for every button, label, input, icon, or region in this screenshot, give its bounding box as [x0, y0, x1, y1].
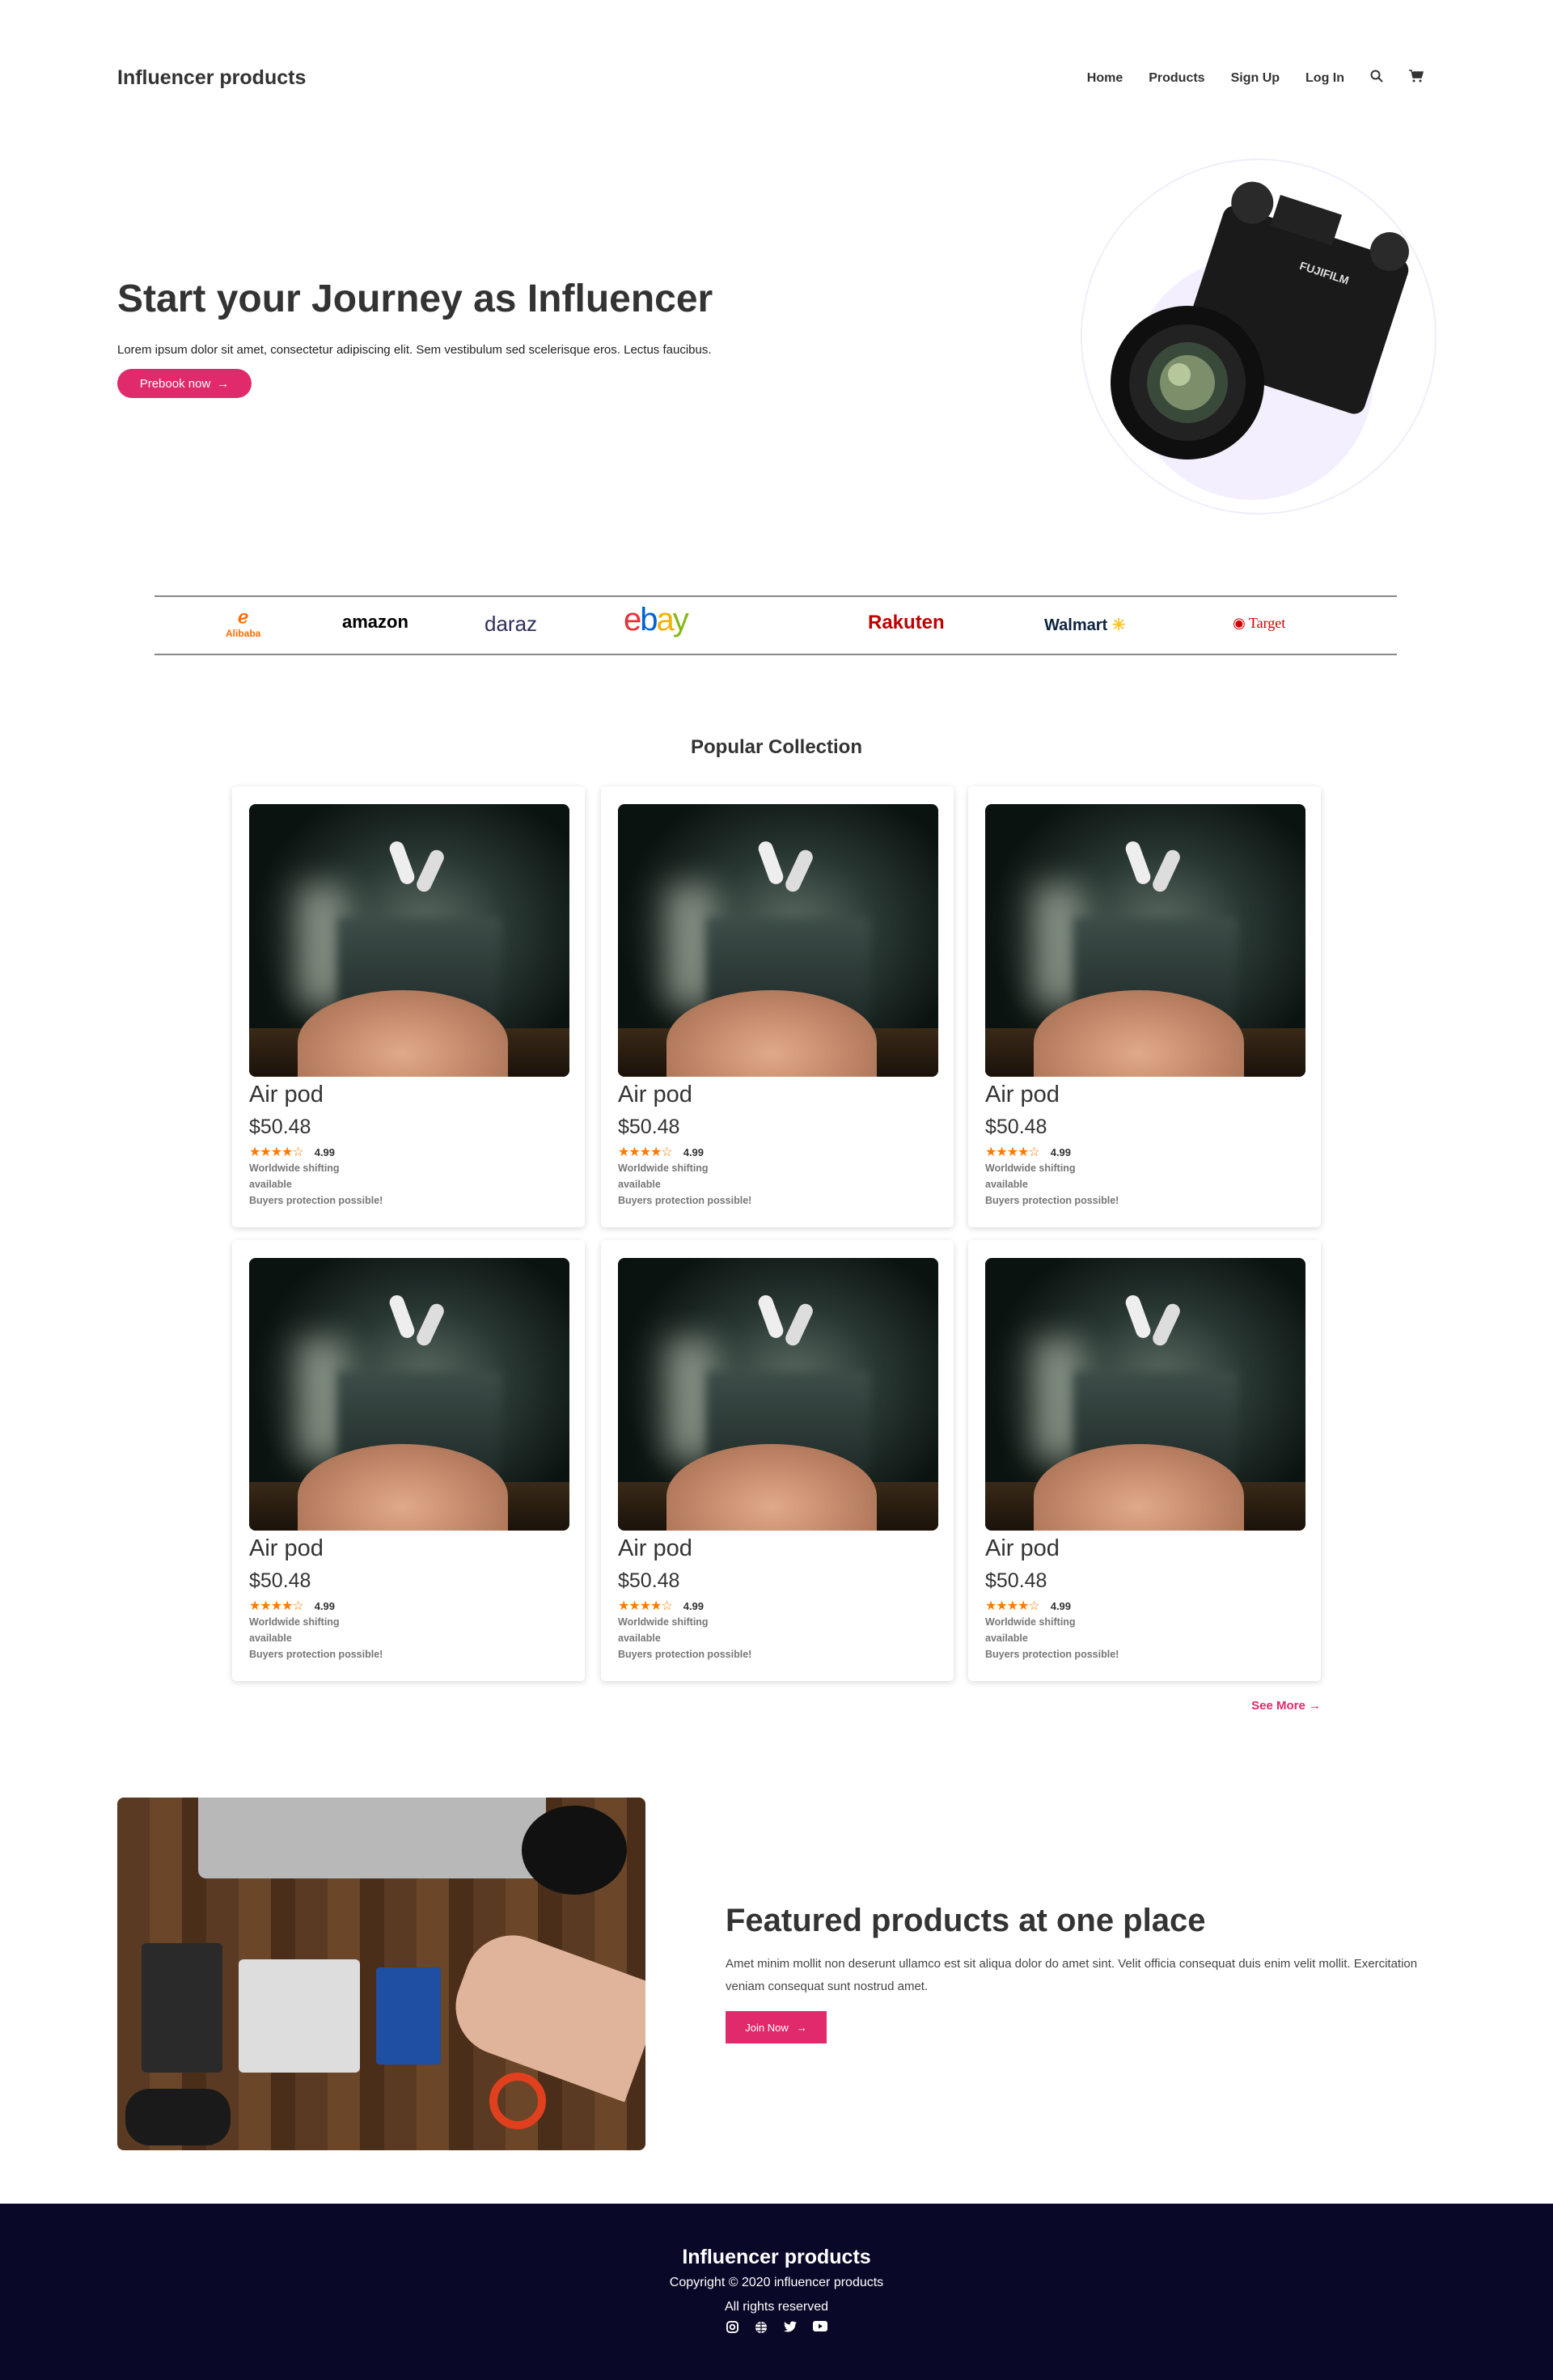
product-feature: available [985, 1179, 1028, 1190]
product-feature: Worldwide shifting [985, 1616, 1076, 1628]
hero-text: Lorem ipsum dolor sit amet, consectetur … [117, 343, 712, 357]
twitter-icon[interactable] [783, 2321, 797, 2337]
product-feature: available [985, 1633, 1028, 1644]
product-price: $50.48 [985, 1569, 1047, 1592]
featured-image [117, 1798, 645, 2150]
rating-score: 4.99 [314, 1146, 336, 1158]
product-feature: available [618, 1633, 661, 1644]
product-price: $50.48 [985, 1116, 1047, 1138]
product-name: Air pod [249, 1535, 324, 1561]
product-feature: available [249, 1633, 292, 1644]
star-rating-icon: ★★★★☆ [985, 1146, 1040, 1159]
brand-amazon[interactable]: amazon [342, 612, 408, 633]
product-card[interactable]: Air pod $50.48 ★★★★☆ 4.99 Worldwide shift… [601, 786, 954, 1227]
product-feature: Worldwide shifting [249, 1616, 340, 1628]
product-feature: Worldwide shifting [985, 1162, 1076, 1174]
product-card[interactable]: Air pod $50.48 ★★★★☆ 4.99 Worldwide shift… [968, 786, 1321, 1227]
join-now-button[interactable]: Join Now → [726, 2011, 827, 2043]
footer-rights: All rights reserved [724, 2300, 829, 2314]
product-image [249, 1258, 569, 1531]
product-image [985, 804, 1305, 1077]
rating-score: 4.99 [1050, 1146, 1072, 1158]
arrow-right-icon: → [1309, 1699, 1321, 1713]
product-price: $50.48 [618, 1116, 680, 1138]
brand-strip: ℯAlibaba amazon daraz ebayebay Rakuten W… [154, 595, 1397, 655]
product-price: $50.48 [249, 1116, 311, 1138]
star-rating-icon: ★★★★☆ [618, 1599, 673, 1613]
product-card[interactable]: Air pod $50.48 ★★★★☆ 4.99 Worldwide shift… [232, 786, 585, 1227]
join-now-label: Join Now [745, 2021, 789, 2034]
product-feature: Worldwide shifting [618, 1616, 709, 1628]
prebook-button[interactable]: Prebook now → [117, 369, 252, 398]
product-feature: Buyers protection possible! [618, 1195, 752, 1206]
product-price: $50.48 [618, 1569, 680, 1592]
brand-target[interactable]: ◉ Target [1233, 615, 1285, 632]
prebook-label: Prebook now [139, 376, 211, 391]
search-icon[interactable] [1370, 70, 1383, 87]
featured-text: Amet minim mollit non deserunt ullamco e… [726, 1957, 1418, 1993]
star-rating-icon: ★★★★☆ [985, 1599, 1040, 1613]
product-card[interactable]: Air pod $50.48 ★★★★☆ 4.99 Worldwide shift… [232, 1240, 585, 1681]
brand-alibaba[interactable]: ℯ Alibaba [226, 607, 260, 639]
footer-title: Influencer products [682, 2246, 871, 2268]
product-feature: available [618, 1179, 661, 1190]
product-feature: Buyers protection possible! [249, 1195, 383, 1206]
product-feature: Buyers protection possible! [985, 1195, 1119, 1206]
product-image [249, 804, 569, 1077]
site-logo[interactable]: Influencer products [117, 66, 306, 90]
footer: Influencer products Copyright © 2020 inf… [0, 2204, 1553, 2380]
rating-score: 4.99 [683, 1599, 705, 1612]
camera-illustration: FUJIFILM [1111, 181, 1409, 459]
popular-collection-title: Popular Collection [690, 736, 862, 758]
nav-sign-up[interactable]: Sign Up [1231, 71, 1280, 86]
rating-score: 4.99 [314, 1599, 336, 1612]
main-nav: Home Products Sign Up Log In [1087, 70, 1424, 87]
instagram-icon[interactable] [726, 2321, 738, 2337]
nav-log-in[interactable]: Log In [1305, 71, 1344, 86]
product-feature: Buyers protection possible! [249, 1649, 383, 1660]
youtube-icon[interactable] [812, 2321, 827, 2337]
product-feature: Buyers protection possible! [618, 1649, 752, 1660]
product-feature: Worldwide shifting [618, 1162, 709, 1174]
product-name: Air pod [618, 1535, 692, 1561]
product-card[interactable]: Air pod $50.48 ★★★★☆ 4.99 Worldwide shift… [968, 1240, 1321, 1681]
arrow-right-icon: → [796, 2021, 807, 2034]
see-more-link[interactable]: See More → [1251, 1699, 1321, 1713]
arrow-right-icon: → [217, 376, 230, 391]
brand-daraz[interactable]: daraz [485, 612, 537, 637]
product-image [618, 804, 938, 1077]
product-name: Air pod [249, 1082, 324, 1107]
product-price: $50.48 [249, 1569, 311, 1592]
product-feature: Worldwide shifting [249, 1162, 340, 1174]
target-logo-icon: ◉ [1233, 615, 1246, 631]
rating-score: 4.99 [683, 1146, 705, 1158]
cart-icon[interactable] [1409, 70, 1424, 87]
globe-icon[interactable] [755, 2321, 768, 2337]
product-feature: available [249, 1179, 292, 1190]
star-rating-icon: ★★★★☆ [249, 1599, 304, 1613]
product-image [985, 1258, 1305, 1531]
nav-home[interactable]: Home [1087, 71, 1123, 86]
product-name: Air pod [618, 1082, 692, 1107]
brand-rakuten[interactable]: Rakuten [868, 612, 945, 634]
brand-walmart[interactable]: Walmart ✳ [1044, 615, 1126, 635]
star-rating-icon: ★★★★☆ [249, 1146, 304, 1159]
star-rating-icon: ★★★★☆ [618, 1146, 673, 1159]
footer-copyright: Copyright © 2020 influencer products [669, 2276, 884, 2289]
product-image [618, 1258, 938, 1531]
brand-ebay[interactable]: ebayebay [624, 602, 689, 638]
product-feature: Buyers protection possible! [985, 1649, 1119, 1660]
rating-score: 4.99 [1050, 1599, 1072, 1612]
product-name: Air pod [985, 1082, 1060, 1107]
nav-products[interactable]: Products [1149, 71, 1204, 86]
product-card[interactable]: Air pod $50.48 ★★★★☆ 4.99 Worldwide shift… [601, 1240, 954, 1681]
featured-title: Featured products at one place [726, 1903, 1206, 1938]
hero-camera-image: FUJIFILM [1081, 159, 1437, 515]
product-name: Air pod [985, 1535, 1060, 1561]
hero-title: Start your Journey as Influencer [117, 277, 713, 320]
